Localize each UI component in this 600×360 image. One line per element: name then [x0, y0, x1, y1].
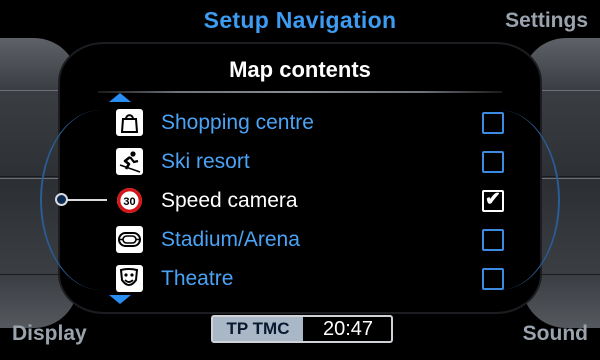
display-softkey[interactable]: Display: [12, 322, 87, 346]
theatre-masks-icon: [116, 265, 143, 292]
shopping-bag-icon: [116, 109, 143, 136]
speed-limit-value: 30: [123, 196, 135, 208]
panel-title: Map contents: [229, 57, 371, 82]
skier-icon: [116, 148, 143, 175]
checkbox[interactable]: [482, 112, 504, 134]
list-item-theatre[interactable]: Theatre: [112, 261, 512, 297]
tp-tmc-indicator: TP TMC: [213, 317, 303, 341]
sound-softkey[interactable]: Sound: [523, 322, 588, 346]
screen-title: Setup Navigation: [203, 7, 397, 33]
checkmark-icon: ✔: [485, 189, 501, 210]
list-item-shopping-centre[interactable]: Shopping centre: [112, 105, 512, 141]
list-item-label: Shopping centre: [161, 111, 314, 134]
status-bar: TP TMC 20:47: [211, 315, 393, 343]
list-item-label: Theatre: [161, 267, 234, 290]
checkbox-checked[interactable]: ✔: [482, 189, 504, 212]
checkbox[interactable]: [482, 229, 504, 251]
list-item-label: Stadium/Arena: [161, 228, 300, 251]
list-item-label: Ski resort: [161, 150, 250, 173]
list-item-speed-camera[interactable]: 30 Speed camera ✔: [112, 183, 512, 219]
list-item-label: Speed camera: [161, 189, 298, 212]
title-divider: [98, 91, 502, 93]
settings-softkey[interactable]: Settings: [505, 9, 588, 33]
speed-limit-30-icon: 30: [116, 187, 143, 214]
selection-pointer-line: [67, 199, 107, 201]
scroll-up-arrow-icon[interactable]: [109, 93, 131, 102]
list-item-ski-resort[interactable]: Ski resort: [112, 144, 512, 180]
clock: 20:47: [322, 318, 374, 340]
list-item-stadium-arena[interactable]: Stadium/Arena: [112, 222, 512, 258]
navigation-screen: Setup Navigation Settings Map contents S…: [0, 0, 600, 360]
checkbox[interactable]: [482, 268, 504, 290]
stadium-icon: [116, 226, 143, 253]
checkbox[interactable]: [482, 151, 504, 173]
